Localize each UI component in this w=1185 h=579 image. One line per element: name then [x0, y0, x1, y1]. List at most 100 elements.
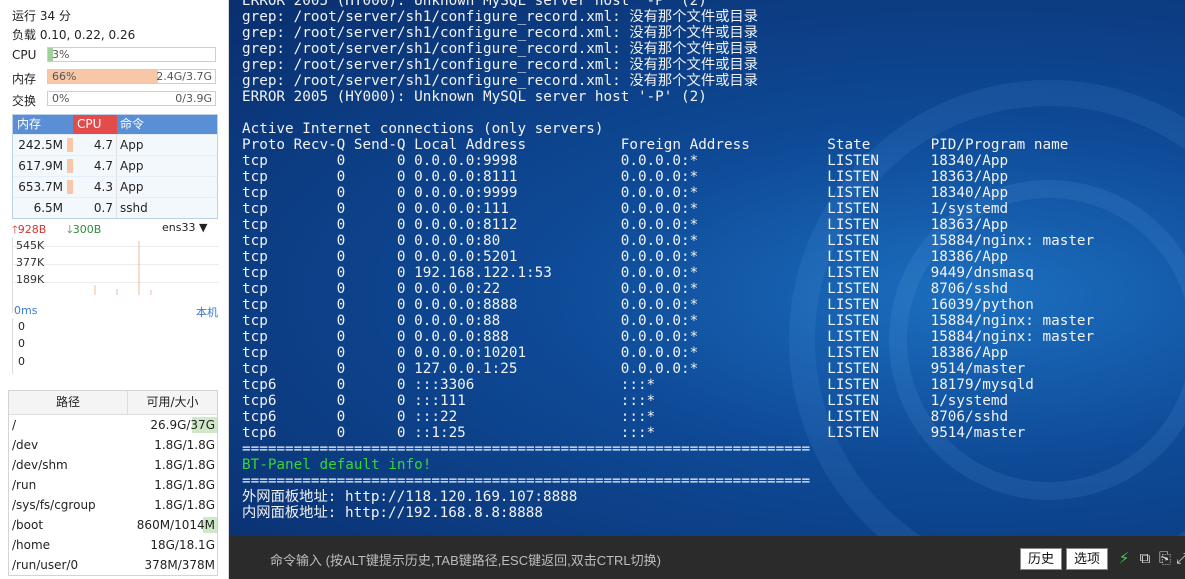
upload-rate-value: 928B	[17, 223, 47, 236]
disk-row[interactable]: /run 1.8G/1.8G	[9, 475, 217, 495]
terminal-line: ERROR 2005 (HY000): Unknown MySQL server…	[242, 0, 707, 9]
terminal-line: Active Internet connections (only server…	[242, 121, 604, 137]
disk-table-header: 路径 可用/大小	[9, 391, 217, 415]
latency-ms: 0ms	[14, 304, 38, 317]
terminal-output: ERROR 2005 (HY000): Unknown MySQL server…	[242, 0, 1094, 521]
disk-size: 18G/18.1G	[150, 538, 215, 552]
disk-row[interactable]: /sys/fs/cgroup 1.8G/1.8G	[9, 495, 217, 515]
terminal-line: grep: /root/server/sh1/configure_record.…	[242, 57, 759, 73]
command-input-bar: 命令输入 (按ALT键提示历史,TAB键路径,ESC键返回,双击CTRL切换) …	[229, 536, 1185, 579]
disk-size-header: 可用/大小	[146, 395, 199, 409]
terminal-line: tcp 0 0 0.0.0.0:8112 0.0.0.0:* LISTEN 18…	[242, 217, 1009, 233]
disk-size-cell: 378M/378M	[130, 555, 217, 575]
terminal-line: ERROR 2005 (HY000): Unknown MySQL server…	[242, 89, 707, 105]
disk-path: /boot	[12, 518, 44, 532]
latency-value: 0	[18, 320, 25, 333]
swap-meter: 0% 0/3.9G	[47, 91, 216, 106]
process-command: App	[116, 177, 217, 197]
terminal-line: tcp6 0 0 :::3306 :::* LISTEN 18179/mysql…	[242, 377, 1034, 393]
swap-label: 交换	[12, 94, 37, 108]
terminal-line: tcp6 0 0 :::111 :::* LISTEN 1/systemd	[242, 393, 1009, 409]
disk-size: 1.8G/1.8G	[154, 478, 215, 492]
disk-size-cell: 1.8G/1.8G	[130, 435, 217, 455]
memory-percent: 66%	[52, 70, 77, 83]
terminal-line: tcp 0 0 0.0.0.0:9998 0.0.0.0:* LISTEN 18…	[242, 153, 1009, 169]
process-command: App	[116, 135, 217, 155]
expand-icon[interactable]: ⤢	[1174, 549, 1185, 567]
process-table: 内存 CPU 命令 242.5M 4.7 App 617.9M 4.7 App …	[12, 114, 218, 219]
disk-row[interactable]: /home 18G/18.1G	[9, 535, 217, 555]
sort-by-memory[interactable]: 内存	[13, 115, 73, 134]
disk-size-cell: 1.8G/1.8G	[130, 475, 217, 495]
terminal-line: tcp 0 0 0.0.0.0:80 0.0.0.0:* LISTEN 1588…	[242, 233, 1095, 249]
disk-size: 1.8G/1.8G	[154, 458, 215, 472]
disk-path: /sys/fs/cgroup	[12, 498, 96, 512]
process-command: sshd	[116, 198, 217, 218]
disk-size: 1.8G/1.8G	[154, 438, 215, 452]
disk-row[interactable]: /boot 860M/1014M	[9, 515, 217, 535]
command-input[interactable]: 命令输入 (按ALT键提示历史,TAB键路径,ESC键返回,双击CTRL切换)	[270, 550, 661, 569]
disk-row[interactable]: /dev 1.8G/1.8G	[9, 435, 217, 455]
disk-table: 路径 可用/大小 / 26.9G/37G/dev 1.8G/1.8G/dev/shm…	[8, 390, 218, 576]
process-command: App	[116, 156, 217, 176]
disk-path: /run	[12, 478, 37, 492]
terminal-line: tcp6 0 0 :::22 :::* LISTEN 8706/sshd	[242, 409, 1009, 425]
disk-path: /home	[12, 538, 51, 552]
process-memory: 617.9M	[18, 159, 63, 173]
disk-size-cell: 1.8G/1.8G	[130, 495, 217, 515]
terminal-line: grep: /root/server/sh1/configure_record.…	[242, 9, 759, 25]
disk-rows: / 26.9G/37G/dev 1.8G/1.8G/dev/shm 1.8G/1.8G…	[9, 415, 217, 575]
process-row[interactable]: 653.7M 4.3 App	[13, 176, 217, 197]
terminal[interactable]: ERROR 2005 (HY000): Unknown MySQL server…	[229, 0, 1185, 536]
disk-size: 378M/378M	[144, 558, 215, 572]
cpu-label: CPU	[12, 48, 37, 62]
traffic-spikes	[94, 241, 152, 295]
memory-amount: 2.4G/3.7G	[156, 70, 212, 83]
disk-row[interactable]: /dev/shm 1.8G/1.8G	[9, 455, 217, 475]
status-sidebar: 运行 34 分 负载 0.10, 0.22, 0.26 CPU 3% 内存 66…	[0, 0, 229, 579]
lightning-icon[interactable]: ⚡	[1116, 549, 1132, 567]
process-row[interactable]: 6.5M 0.7 sshd	[13, 197, 217, 218]
paste-icon[interactable]: ⎘	[1157, 549, 1173, 567]
download-rate-value: 300B	[72, 223, 102, 236]
interface-name: ens33	[162, 221, 196, 234]
interface-select[interactable]: ens33 ▼	[162, 221, 207, 234]
network-chart: 545K 377K 189K	[12, 237, 219, 313]
disk-path: /dev	[12, 438, 39, 452]
sort-by-command[interactable]: 命令	[117, 115, 217, 134]
terminal-line: 内网面板地址: http://192.168.8.8:8888	[242, 505, 543, 521]
disk-size: 26.9G/37G	[150, 418, 215, 432]
disk-size-cell: 860M/1014M	[130, 515, 217, 535]
disk-row[interactable]: /run/user/0 378M/378M	[9, 555, 217, 575]
terminal-line: tcp 0 0 0.0.0.0:8888 0.0.0.0:* LISTEN 16…	[242, 297, 1034, 313]
process-cpu: 4.7	[93, 159, 113, 173]
uptime: 运行 34 分	[12, 9, 71, 23]
terminal-line: tcp 0 0 0.0.0.0:5201 0.0.0.0:* LISTEN 18…	[242, 249, 1009, 265]
terminal-line: grep: /root/server/sh1/configure_record.…	[242, 25, 759, 41]
disk-row[interactable]: / 26.9G/37G	[9, 415, 217, 435]
copy-icon[interactable]: ⧉	[1137, 549, 1153, 567]
process-memory: 242.5M	[18, 138, 63, 152]
terminal-line: tcp 0 0 0.0.0.0:888 0.0.0.0:* LISTEN 158…	[242, 329, 1095, 345]
process-table-header: 内存 CPU 命令	[13, 115, 217, 134]
disk-size-cell: 1.8G/1.8G	[130, 455, 217, 475]
terminal-line: BT-Panel default info!	[242, 457, 432, 473]
terminal-line: tcp 0 0 0.0.0.0:10201 0.0.0.0:* LISTEN 1…	[242, 345, 1009, 361]
terminal-line: Proto Recv-Q Send-Q Local Address Foreig…	[242, 137, 1069, 153]
history-button[interactable]: 历史	[1020, 548, 1063, 570]
options-button[interactable]: 选项	[1066, 548, 1109, 570]
process-row[interactable]: 617.9M 4.7 App	[13, 155, 217, 176]
latency-chart: 0 0 0	[12, 318, 219, 374]
process-row[interactable]: 242.5M 4.7 App	[13, 134, 217, 155]
terminal-line: tcp 0 0 0.0.0.0:88 0.0.0.0:* LISTEN 1588…	[242, 313, 1095, 329]
disk-path-header: 路径	[9, 391, 128, 414]
terminal-line: tcp6 0 0 ::1:25 :::* LISTEN 9514/master	[242, 425, 1026, 441]
sort-by-cpu[interactable]: CPU	[73, 115, 117, 134]
terminal-line: ========================================…	[242, 441, 811, 457]
process-memory: 653.7M	[18, 180, 63, 194]
terminal-line: ========================================…	[242, 473, 811, 489]
process-memory: 6.5M	[33, 201, 63, 215]
terminal-line: tcp 0 0 0.0.0.0:22 0.0.0.0:* LISTEN 8706…	[242, 281, 1009, 297]
terminal-line: tcp 0 0 0.0.0.0:111 0.0.0.0:* LISTEN 1/s…	[242, 201, 1009, 217]
terminal-line: tcp 0 0 0.0.0.0:8111 0.0.0.0:* LISTEN 18…	[242, 169, 1009, 185]
